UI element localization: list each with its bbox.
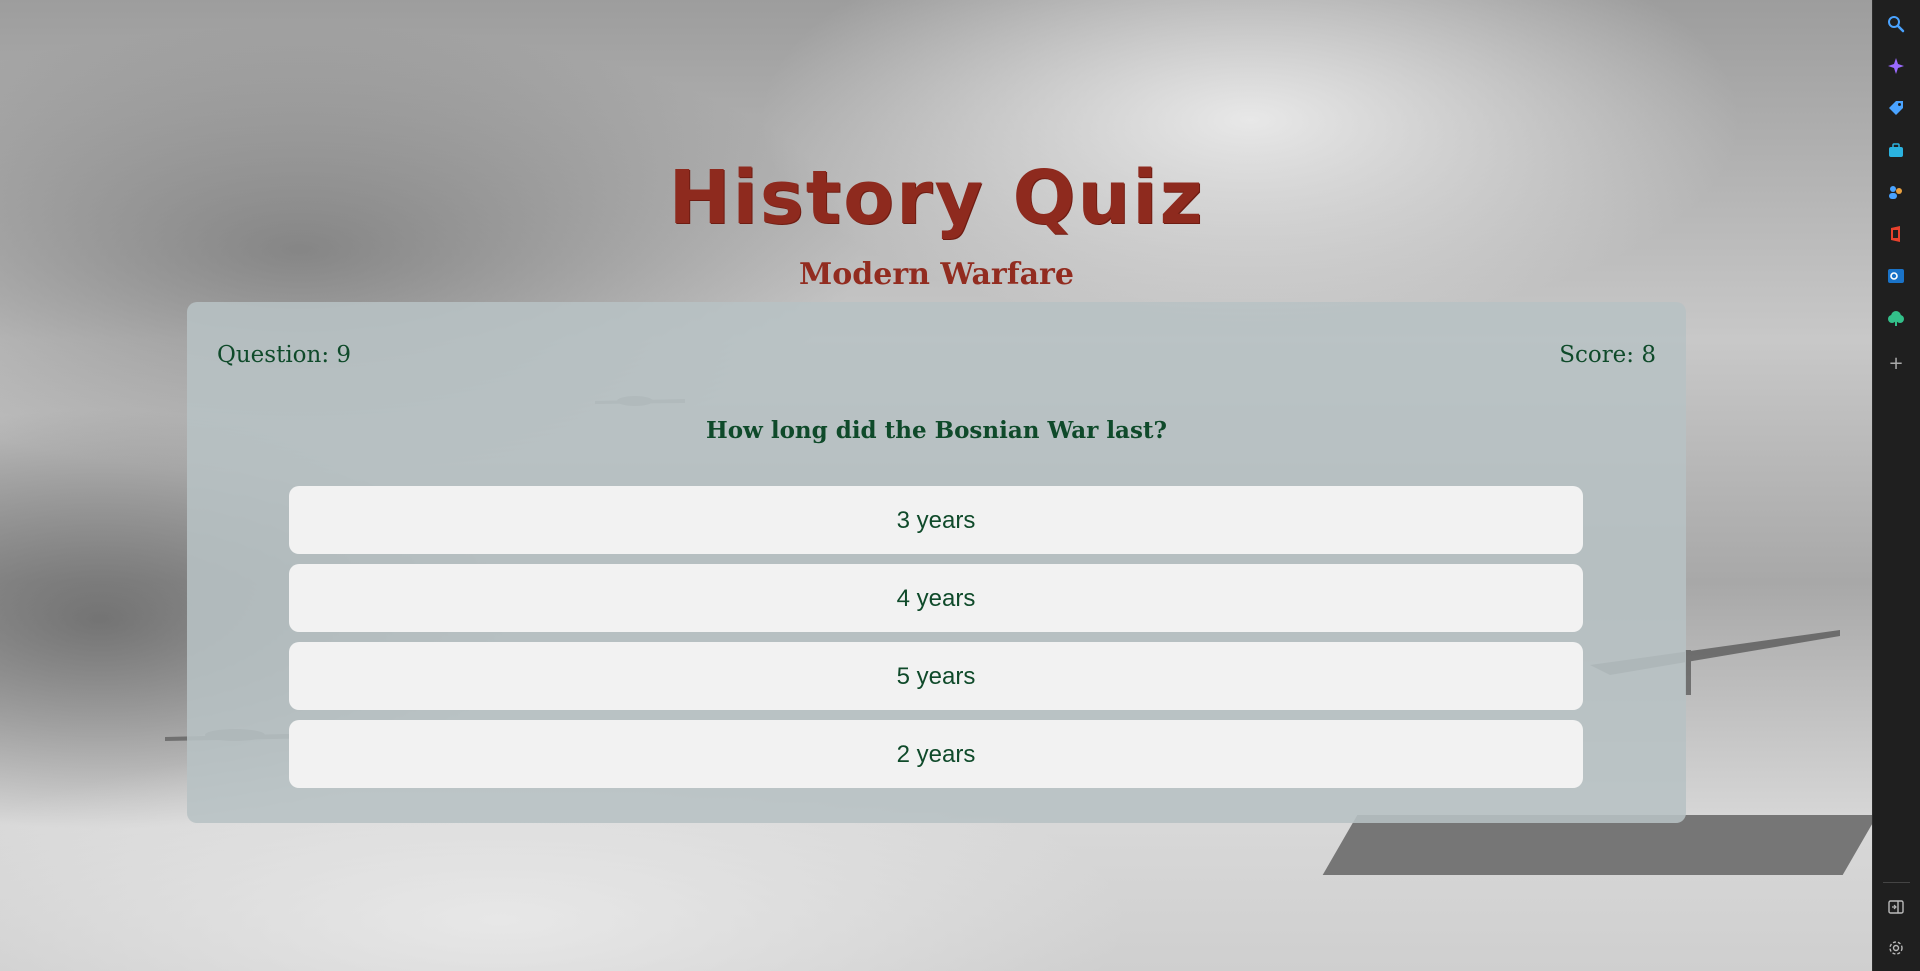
- score-display: Score: 8: [1559, 342, 1656, 368]
- background-wing: [1322, 815, 1873, 875]
- answer-button-4[interactable]: 2 years: [289, 720, 1583, 788]
- tag-icon[interactable]: [1885, 97, 1907, 119]
- answer-list: 3 years 4 years 5 years 2 years: [289, 486, 1583, 798]
- outlook-icon[interactable]: [1885, 265, 1907, 287]
- answer-button-3[interactable]: 5 years: [289, 642, 1583, 710]
- split-view-icon[interactable]: [1885, 896, 1907, 918]
- add-icon[interactable]: +: [1885, 353, 1907, 375]
- people-icon[interactable]: [1885, 181, 1907, 203]
- office-icon[interactable]: [1885, 223, 1907, 245]
- question-text: How long did the Bosnian War last?: [705, 417, 1168, 444]
- settings-icon[interactable]: [1885, 937, 1907, 959]
- briefcase-icon[interactable]: [1885, 139, 1907, 161]
- quiz-subtitle: Modern Warfare: [799, 257, 1074, 292]
- browser-sidebar: +: [1872, 0, 1920, 971]
- sparkle-icon[interactable]: [1885, 55, 1907, 77]
- answer-button-2[interactable]: 4 years: [289, 564, 1583, 632]
- tree-icon[interactable]: [1885, 307, 1907, 329]
- answer-button-1[interactable]: 3 years: [289, 486, 1583, 554]
- sidebar-divider: [1883, 882, 1910, 883]
- question-number: Question: 9: [217, 342, 352, 368]
- search-icon[interactable]: [1885, 13, 1907, 35]
- quiz-card: Question: 9 Score: 8 How long did the Bo…: [187, 302, 1686, 823]
- quiz-title: History Quiz: [668, 155, 1205, 241]
